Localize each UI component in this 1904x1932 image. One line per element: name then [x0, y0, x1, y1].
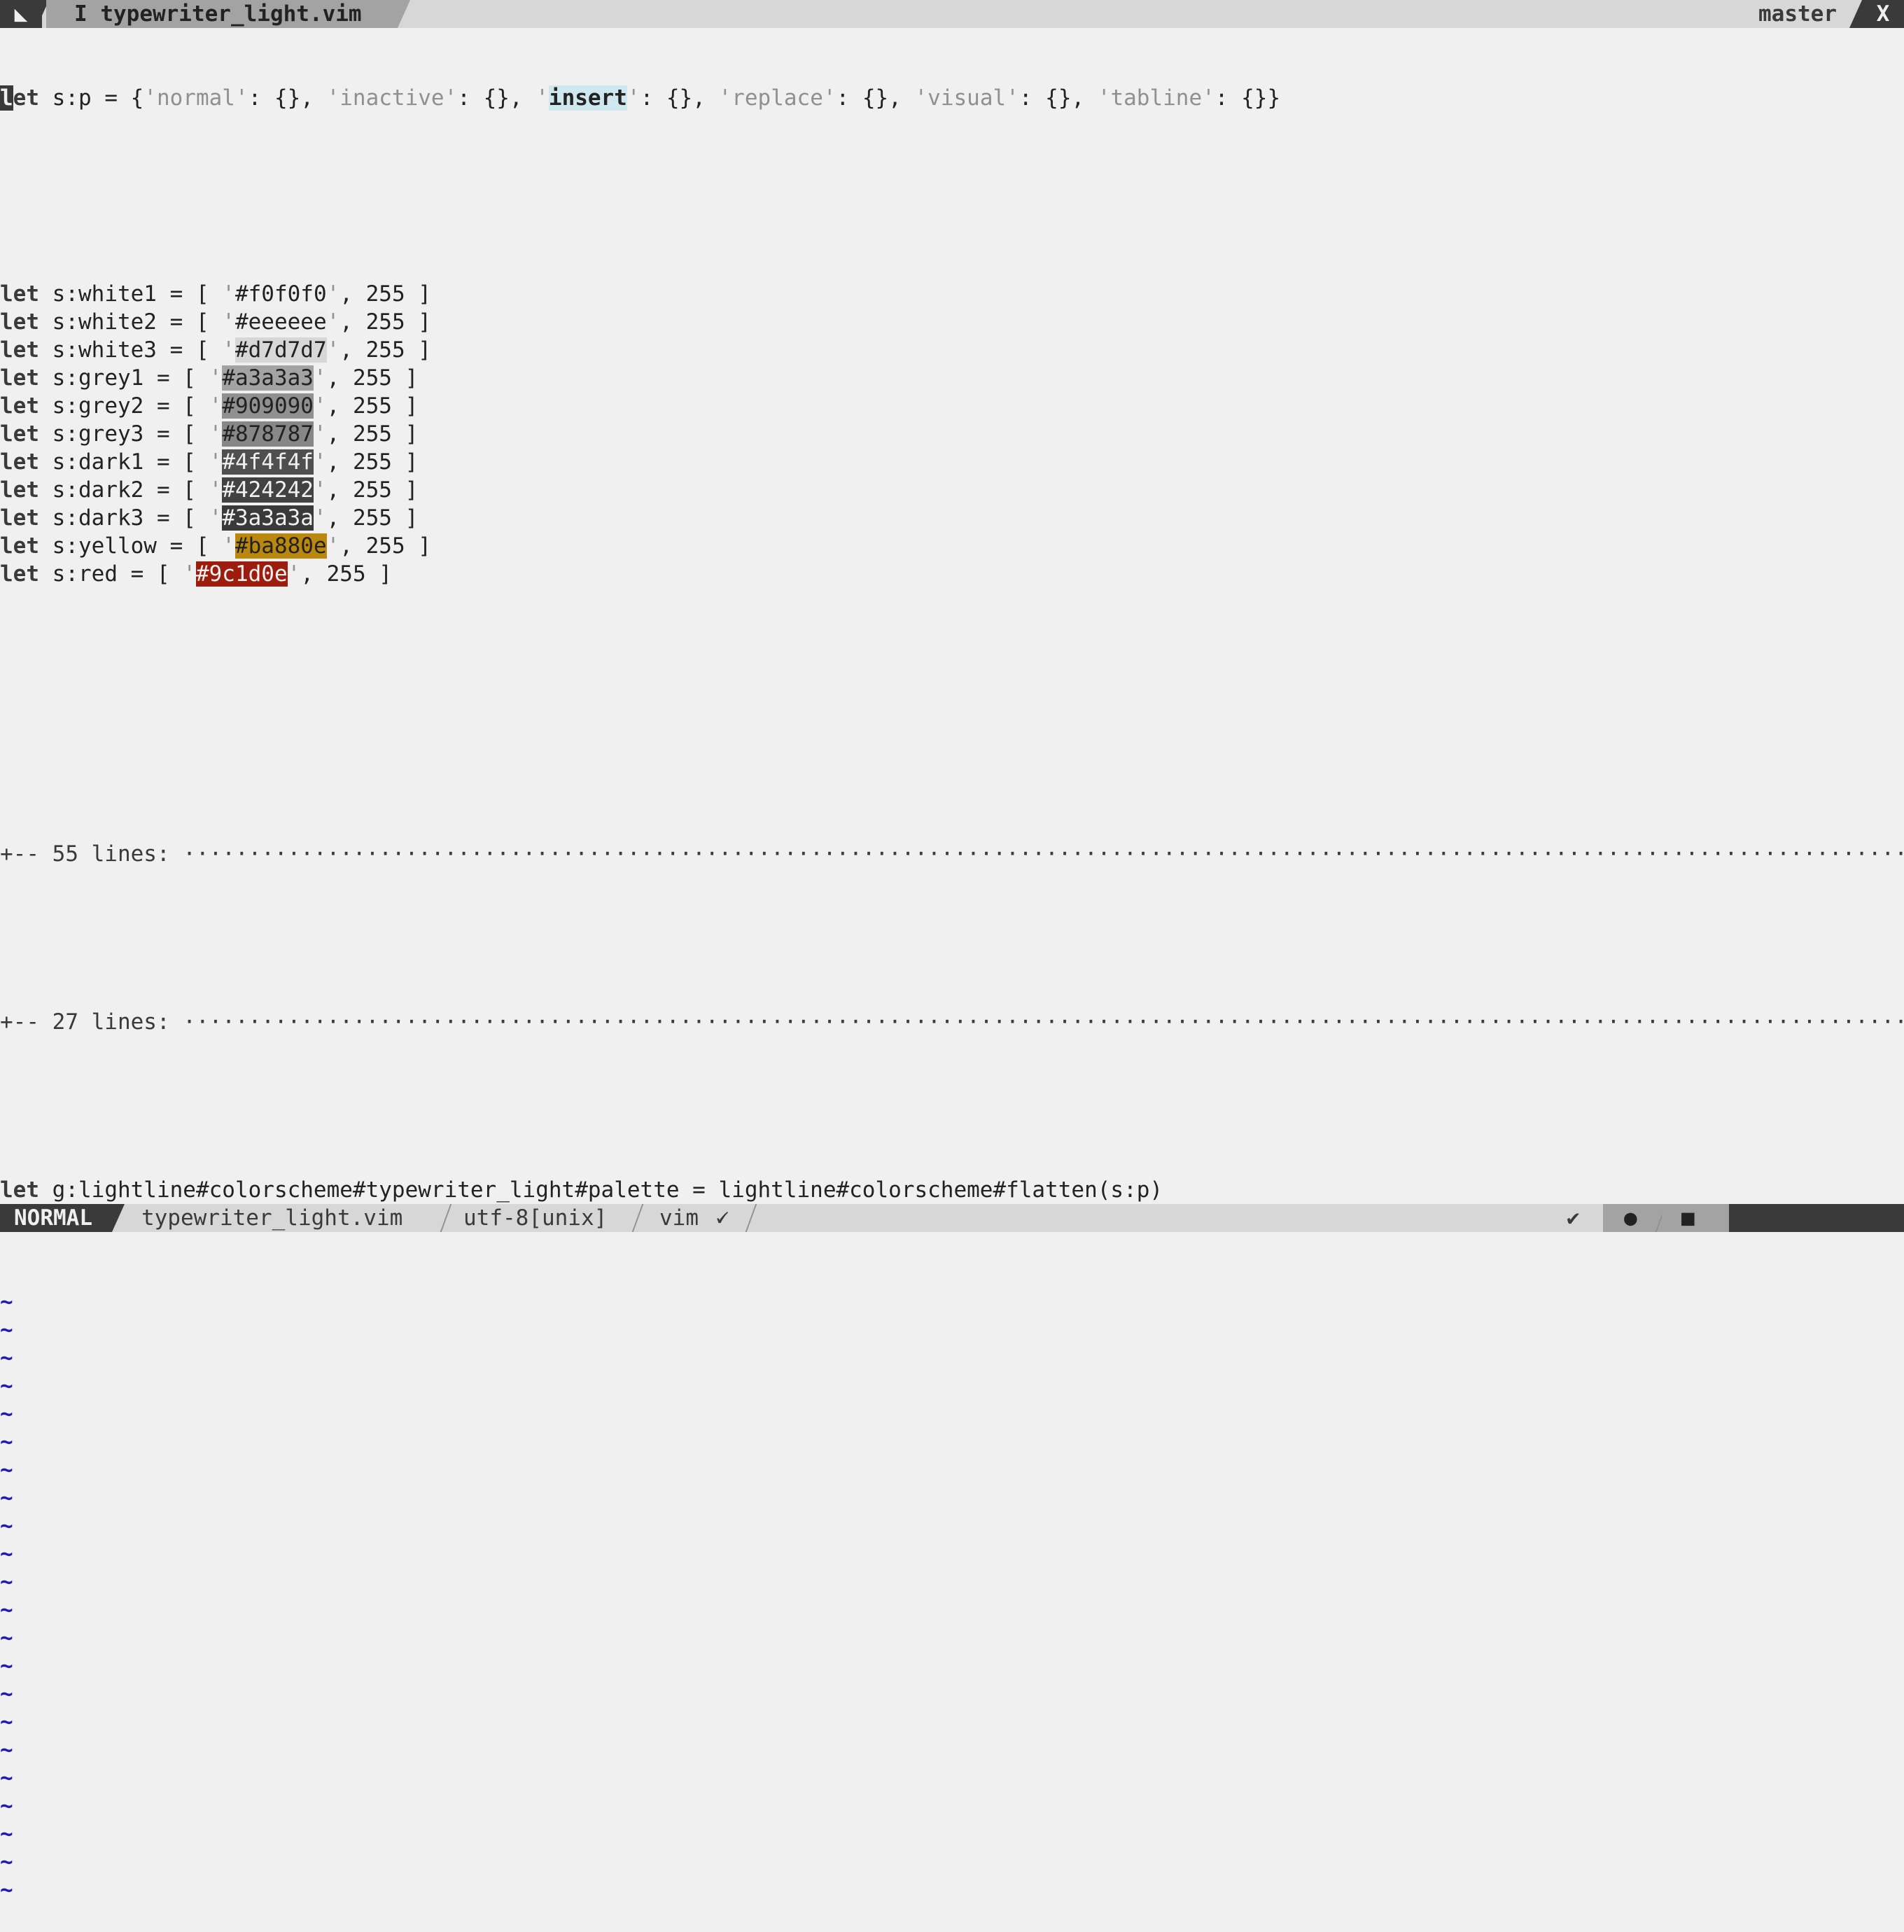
color-definition-line: let s:yellow = [ '#ba880e', 255 ]: [0, 533, 431, 559]
line-number-icon: ㏑: [1793, 1265, 1809, 1282]
color-swatch: #9c1d0e: [195, 561, 288, 587]
search-highlight: insert: [548, 85, 627, 111]
color-swatch: #d7d7d7: [234, 337, 327, 363]
code-line: let g:lightline#colorscheme#typewriter_l…: [0, 1177, 1163, 1203]
keyword: let: [0, 1177, 39, 1203]
keyword: let: [0, 365, 39, 391]
keyword: let: [0, 309, 39, 335]
keyword: let: [0, 337, 39, 363]
color-definition-line: let s:dark1 = [ '#4f4f4f', 255 ]: [0, 449, 419, 475]
keyword: let: [0, 505, 39, 531]
empty-line-tilde: ~: [0, 1512, 1904, 1540]
empty-buffer-lines: ~~~~~~~~~~~~~~~~~~~~~~: [0, 1288, 1904, 1904]
command-line[interactable]: [0, 1232, 1904, 1257]
code-line: let s:p = {'normal': {}, 'inactive': {},…: [0, 85, 1281, 111]
empty-line-tilde: ~: [0, 1765, 13, 1791]
color-definition-line: let s:white3 = [ '#d7d7d7', 255 ]: [0, 337, 431, 363]
color-definitions: let s:white1 = [ '#f0f0f0', 255 ] let s:w…: [0, 280, 1904, 588]
empty-line-tilde: ~: [0, 1624, 1904, 1652]
empty-line-tilde: ~: [0, 1568, 1904, 1596]
status-divider: [745, 1204, 757, 1232]
keyword: let: [0, 449, 39, 475]
tab-active[interactable]: I typewriter_light.vim: [46, 0, 398, 28]
empty-line-tilde: ~: [0, 1680, 1904, 1708]
keyword: let: [0, 393, 39, 419]
status-segment: [1662, 1204, 1729, 1232]
color-swatch: #3a3a3a: [222, 505, 314, 531]
color-swatch: #a3a3a3: [222, 365, 314, 391]
color-swatch: #ba880e: [234, 533, 327, 559]
cursor: l: [0, 85, 13, 111]
empty-line-tilde: ~: [0, 1849, 13, 1875]
empty-line-tilde: ~: [0, 1400, 1904, 1428]
empty-line-tilde: ~: [0, 1288, 1904, 1316]
statusline: NORMAL typewriter_light.vim utf-8[unix] …: [0, 1204, 1904, 1315]
empty-line-tilde: ~: [0, 1372, 1904, 1400]
empty-line-tilde: ~: [0, 1485, 13, 1511]
empty-line-tilde: ~: [0, 1709, 13, 1735]
mode-separator: [112, 1204, 125, 1232]
color-swatch: #eeeeee: [234, 309, 327, 335]
mode-indicator: NORMAL: [0, 1204, 112, 1232]
git-branch: master: [1758, 1, 1837, 27]
tabline: ◣ I typewriter_light.vim master X: [0, 0, 1904, 28]
keyword: let: [0, 477, 39, 503]
keyword: let: [0, 561, 39, 587]
empty-line-tilde: ~: [0, 1316, 1904, 1344]
status-divider: [631, 1204, 644, 1232]
status-filename: typewriter_light.vim: [141, 1205, 403, 1231]
keyword: let: [0, 281, 39, 307]
color-definition-line: let s:grey2 = [ '#909090', 255 ]: [0, 393, 419, 419]
empty-line-tilde: ~: [0, 1737, 13, 1763]
tab-separator: [1849, 0, 1862, 28]
filetype-icon: 🗸: [714, 1205, 729, 1231]
empty-line-tilde: ~: [0, 1821, 13, 1847]
keyword: let: [0, 421, 39, 447]
status-filetype: vim: [659, 1205, 699, 1231]
color-definition-line: let s:red = [ '#9c1d0e', 255 ]: [0, 561, 392, 587]
stop-icon: ■: [1681, 1205, 1695, 1231]
keyword: et: [13, 85, 39, 111]
color-swatch: #f0f0f0: [234, 281, 327, 307]
color-definition-line: let s:grey3 = [ '#878787', 255 ]: [0, 421, 419, 447]
empty-line-tilde: ~: [0, 1877, 13, 1903]
color-definition-line: let s:dark3 = [ '#3a3a3a', 255 ]: [0, 505, 419, 531]
color-swatch: #878787: [222, 421, 314, 447]
empty-line-tilde: ~: [0, 1652, 1904, 1680]
color-swatch: #909090: [222, 393, 314, 419]
tab-separator: [398, 0, 410, 28]
close-button[interactable]: X: [1862, 0, 1904, 28]
empty-line-tilde: ~: [0, 1428, 1904, 1456]
check-icon: ✔: [1567, 1205, 1580, 1231]
empty-line-tilde: ~: [0, 1540, 1904, 1568]
editor-buffer[interactable]: let s:p = {'normal': {}, 'inactive': {},…: [0, 28, 1904, 1903]
color-swatch: #4f4f4f: [222, 449, 314, 475]
status-position-block: 1% ㏑ 1:1: [1729, 1204, 1904, 1315]
color-swatch: #424242: [222, 477, 314, 503]
empty-line-tilde: ~: [0, 1344, 1904, 1372]
vim-logo-icon: ◣: [0, 0, 42, 28]
fold-line[interactable]: +-- 55 lines: ··························…: [0, 840, 1904, 868]
bug-icon: ●: [1624, 1205, 1637, 1231]
empty-line-tilde: ~: [0, 1456, 1904, 1484]
empty-line-tilde: ~: [0, 1793, 13, 1819]
color-definition-line: let s:white1 = [ '#f0f0f0', 255 ]: [0, 281, 431, 307]
fold-line[interactable]: +-- 27 lines: ··························…: [0, 1008, 1904, 1036]
status-encoding: utf-8[unix]: [463, 1205, 608, 1231]
color-definition-line: let s:dark2 = [ '#424242', 255 ]: [0, 477, 419, 503]
color-definition-line: let s:grey1 = [ '#a3a3a3', 255 ]: [0, 365, 419, 391]
color-definition-line: let s:white2 = [ '#eeeeee', 255 ]: [0, 309, 431, 335]
keyword: let: [0, 533, 39, 559]
empty-line-tilde: ~: [0, 1596, 1904, 1624]
status-cursor-position: 1:1: [1834, 1289, 1873, 1315]
status-divider: [440, 1204, 452, 1232]
